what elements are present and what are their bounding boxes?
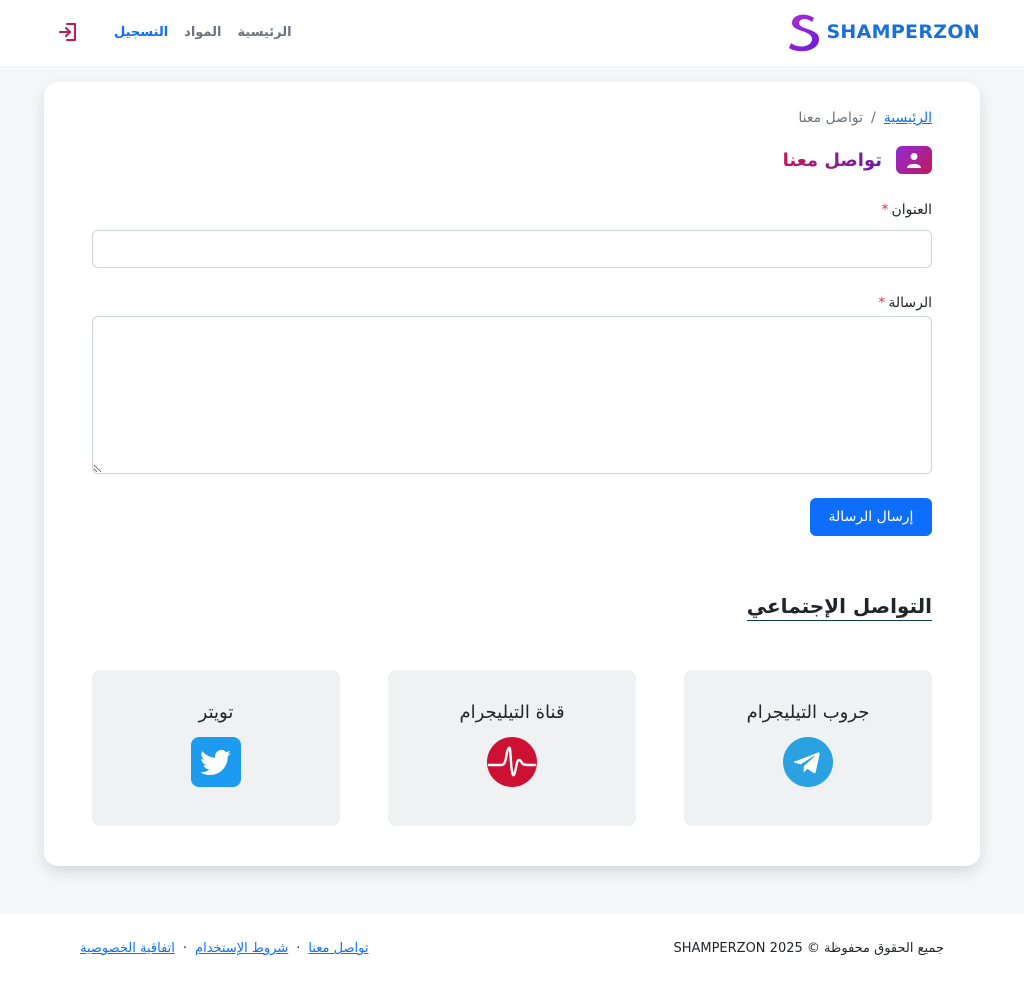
nav-links: التسجيل المواد الرئيسية [56, 20, 292, 44]
message-label-text: الرسالة [888, 295, 932, 311]
user-icon [896, 146, 932, 174]
social-section-title: التواصل الإجتماعي [746, 594, 932, 621]
subject-label-text: العنوان [891, 202, 932, 218]
message-label: الرسالة* [878, 295, 932, 311]
message-textarea[interactable] [92, 316, 932, 474]
brand-logo-icon [789, 14, 820, 52]
brand[interactable]: SHAMPERZON [786, 12, 980, 52]
login-icon[interactable] [56, 20, 80, 44]
contact-card: الرئيسية / تواصل معنا تواصل معنا العنوان… [44, 82, 980, 866]
social-card-telegram-channel[interactable]: قناة التيليجرام [388, 670, 636, 826]
subject-label: العنوان* [881, 202, 932, 218]
required-mark: * [878, 295, 886, 311]
brand-name: SHAMPERZON [826, 21, 980, 43]
breadcrumb: الرئيسية / تواصل معنا [798, 110, 932, 126]
page-title: تواصل معنا [782, 149, 882, 171]
copyright-text: جميع الحقوق محفوظة © 2025 SHAMPERZON [673, 941, 944, 956]
social-card-label: تويتر [198, 702, 234, 723]
footer-link-privacy[interactable]: اتفاقية الخصوصية [80, 941, 175, 956]
footer: جميع الحقوق محفوظة © 2025 SHAMPERZON توا… [0, 914, 1024, 986]
nav-link-register[interactable]: التسجيل [114, 25, 168, 40]
social-card-twitter[interactable]: تويتر [92, 670, 340, 826]
telegram-icon [783, 737, 833, 787]
required-mark: * [881, 202, 889, 218]
page-heading: تواصل معنا [783, 146, 932, 174]
social-card-telegram-group[interactable]: جروب التيليجرام [684, 670, 932, 826]
footer-separator: · [296, 941, 301, 956]
footer-link-contact[interactable]: تواصل معنا [308, 941, 368, 956]
breadcrumb-separator: / [871, 110, 876, 126]
breadcrumb-home-link[interactable]: الرئيسية [884, 110, 932, 126]
social-cards: جروب التيليجرام قناة التيليجرام تويتر [92, 670, 932, 826]
footer-link-terms[interactable]: شروط الإستخدام [195, 941, 288, 956]
social-card-label: قناة التيليجرام [459, 702, 565, 723]
footer-links: تواصل معنا · شروط الإستخدام · اتفاقية ال… [80, 941, 369, 956]
telegram-channel-icon [487, 737, 537, 787]
subject-input[interactable] [92, 230, 932, 268]
nav-link-subjects[interactable]: المواد [184, 25, 221, 40]
twitter-icon [191, 737, 241, 787]
breadcrumb-current: تواصل معنا [798, 110, 864, 126]
nav-link-home[interactable]: الرئيسية [238, 25, 292, 40]
footer-separator: · [182, 941, 188, 956]
navbar: SHAMPERZON التسجيل المواد الرئيسية [0, 0, 1024, 66]
social-card-label: جروب التيليجرام [746, 702, 870, 723]
send-message-button[interactable]: إرسال الرسالة [810, 498, 932, 536]
